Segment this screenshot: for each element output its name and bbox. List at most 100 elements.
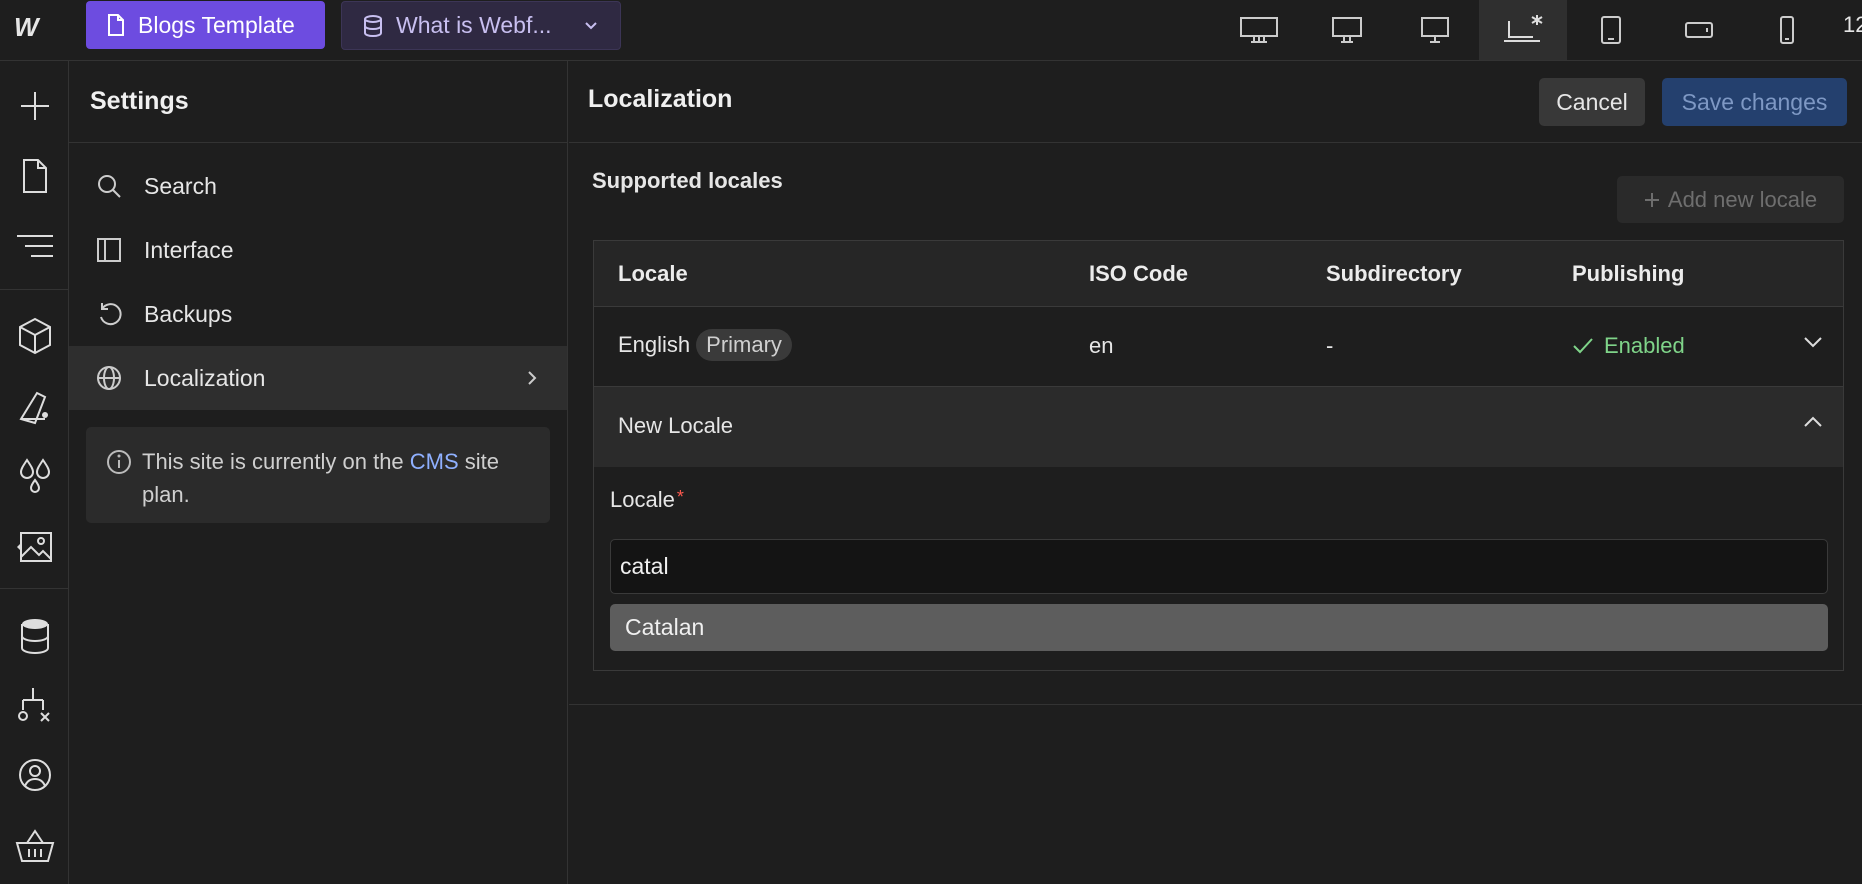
breakpoint-mobile-portrait[interactable]	[1743, 0, 1831, 60]
table-header: Locale ISO Code Subdirectory Publishing	[594, 241, 1843, 307]
pages-panel-button[interactable]	[0, 148, 69, 204]
info-icon	[107, 450, 131, 474]
localization-panel: Localization Cancel Save changes Support…	[569, 61, 1862, 884]
plus-icon	[20, 92, 49, 120]
breakpoint-bar	[1215, 0, 1831, 60]
style-selector-icon	[18, 391, 48, 425]
page-selector[interactable]: What is Webf...	[341, 1, 621, 50]
rail-divider	[0, 289, 69, 290]
table-row[interactable]: English Primary en - Enabled	[594, 307, 1843, 387]
project-button[interactable]: Blogs Template	[86, 1, 325, 49]
breakpoint-mobile-landscape[interactable]	[1655, 0, 1743, 60]
settings-item-backups[interactable]: Backups	[69, 282, 567, 346]
settings-item-search[interactable]: Search	[69, 154, 567, 218]
sidebar-layout-icon	[97, 238, 121, 262]
ecommerce-panel-button[interactable]	[0, 818, 69, 874]
database-icon	[20, 619, 49, 655]
locale-field-label: Locale *	[610, 487, 684, 512]
settings-item-localization[interactable]: Localization	[69, 346, 567, 410]
mobile-portrait-icon	[1780, 16, 1794, 44]
image-icon	[16, 532, 52, 562]
cube-icon	[18, 317, 51, 355]
chevron-down-icon	[585, 21, 597, 29]
breakpoint-desktop-l[interactable]	[1303, 0, 1391, 60]
locales-table: Locale ISO Code Subdirectory Publishing …	[593, 240, 1844, 671]
chevron-down-icon[interactable]	[1803, 335, 1823, 349]
required-mark: *	[676, 487, 684, 507]
cms-panel-button[interactable]	[0, 608, 69, 664]
components-panel-button[interactable]	[0, 308, 69, 364]
primary-badge: Primary	[696, 329, 792, 361]
chevron-up-icon[interactable]	[1803, 415, 1823, 429]
globe-icon	[97, 366, 121, 390]
variables-panel-button[interactable]	[0, 448, 69, 504]
settings-menu: Search Interface Backups Localization	[69, 143, 567, 410]
navigator-panel-button[interactable]	[0, 218, 69, 274]
database-icon	[364, 14, 382, 37]
locale-search-input[interactable]	[610, 539, 1828, 594]
project-label: Blogs Template	[138, 11, 295, 38]
new-locale-title: New Locale	[618, 413, 733, 438]
top-bar: W Blogs Template What is Webf... 12	[0, 0, 1862, 61]
add-new-locale-label: Add new locale	[1667, 186, 1818, 212]
settings-item-label: Localization	[144, 364, 266, 391]
content-divider	[569, 704, 1862, 705]
supported-locales-heading: Supported locales	[592, 168, 783, 193]
logic-panel-button[interactable]	[0, 678, 69, 734]
plan-link[interactable]: CMS	[410, 449, 459, 474]
cancel-button[interactable]: Cancel	[1539, 78, 1645, 126]
drops-icon	[19, 458, 50, 493]
assets-panel-button[interactable]	[0, 518, 69, 574]
settings-panel: Settings Search Interface Backups Locali…	[69, 61, 568, 884]
desktop-xl-icon	[1240, 17, 1278, 43]
plus-icon	[1644, 192, 1659, 207]
history-icon	[100, 303, 122, 326]
new-locale-row[interactable]: New Locale	[594, 387, 1843, 467]
locale-suggestion-option[interactable]: Catalan	[610, 604, 1828, 651]
logic-flow-icon	[17, 688, 50, 722]
plan-info-text: This site is currently on the CMS site p…	[142, 449, 500, 507]
column-header-subdirectory: Subdirectory	[1326, 261, 1462, 286]
desktop-l-icon	[1332, 17, 1362, 43]
tablet-icon	[1601, 16, 1621, 44]
plan-info-box: This site is currently on the CMS site p…	[86, 427, 550, 523]
navigator-icon	[16, 235, 53, 257]
check-icon	[1573, 338, 1593, 354]
page-selector-label: What is Webf...	[396, 12, 552, 38]
publishing-cell: Enabled	[1572, 333, 1685, 359]
page-icon	[108, 14, 124, 36]
desktop-icon	[1421, 17, 1449, 43]
left-toolbar	[0, 61, 69, 884]
locale-name: English	[618, 332, 691, 357]
base-breakpoint-icon	[1504, 15, 1543, 42]
mobile-landscape-icon	[1685, 22, 1713, 38]
webflow-logo[interactable]: W	[14, 12, 56, 42]
settings-item-label: Interface	[144, 236, 234, 263]
column-header-iso: ISO Code	[1089, 261, 1189, 286]
canvas-width-readout: 12	[1843, 12, 1862, 37]
column-header-publishing: Publishing	[1572, 261, 1685, 286]
new-locale-form: Locale* Catalan	[594, 467, 1843, 667]
save-changes-button[interactable]: Save changes	[1662, 78, 1847, 126]
basket-icon	[15, 829, 54, 862]
page-title: Localization	[588, 85, 733, 113]
publishing-status: Enabled	[1604, 333, 1685, 358]
add-new-locale-button[interactable]: Add new locale	[1617, 176, 1844, 223]
breakpoint-base[interactable]	[1479, 0, 1567, 60]
column-header-locale: Locale	[618, 261, 688, 286]
breakpoint-desktop-xl[interactable]	[1215, 0, 1303, 60]
settings-item-label: Search	[144, 172, 217, 199]
subdirectory-cell: -	[1326, 333, 1334, 358]
localization-header: Localization Cancel Save changes	[569, 61, 1862, 143]
page-icon	[22, 159, 47, 193]
breakpoint-desktop[interactable]	[1391, 0, 1479, 60]
add-panel-button[interactable]	[0, 78, 69, 134]
chevron-right-icon	[528, 371, 537, 385]
style-selectors-panel-button[interactable]	[0, 378, 69, 434]
locale-cell: English Primary	[618, 329, 792, 361]
users-panel-button[interactable]	[0, 748, 69, 804]
settings-item-label: Backups	[144, 300, 233, 327]
breakpoint-tablet[interactable]	[1567, 0, 1655, 60]
settings-item-interface[interactable]: Interface	[69, 218, 567, 282]
user-icon	[18, 759, 51, 791]
